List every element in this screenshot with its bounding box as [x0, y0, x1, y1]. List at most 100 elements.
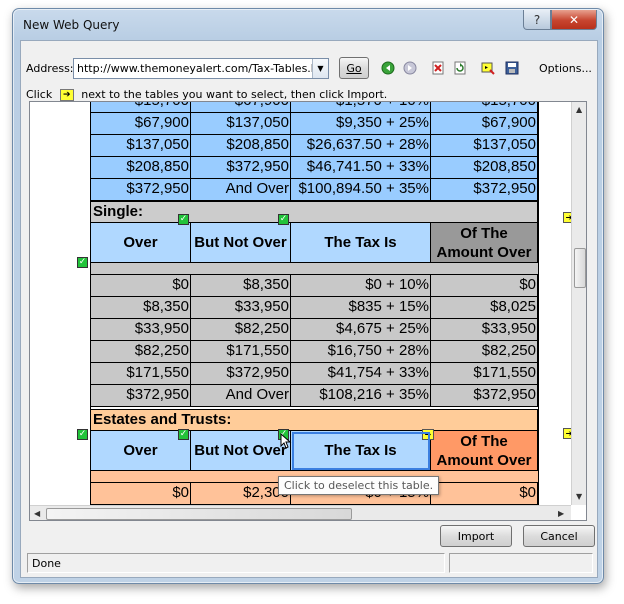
table-selected-check-icon[interactable]: ✓	[178, 214, 189, 225]
window-title: New Web Query	[23, 18, 120, 32]
table-cell: $835 + 15%	[291, 297, 431, 319]
table-cell: $15,700	[91, 102, 191, 113]
table-cell: The Tax Is	[291, 223, 431, 263]
table-cell: $171,550	[91, 363, 191, 385]
table-cell: And Over	[191, 385, 291, 407]
dialog-window: New Web Query ? ✕ Address: http://www.th…	[12, 8, 604, 584]
table-cell: $4,675 + 25%	[291, 319, 431, 341]
table-cell: $372,950	[191, 157, 291, 179]
help-button[interactable]: ?	[523, 10, 551, 30]
tooltip: Click to deselect this table.	[278, 476, 440, 495]
status-pane-secondary	[449, 553, 593, 573]
table-cell: $208,850	[91, 157, 191, 179]
table-cell: $137,050	[191, 113, 291, 135]
table-cell: $82,250	[431, 341, 538, 363]
show-icons-icon[interactable]	[481, 61, 495, 75]
table-cell: $15,700	[431, 102, 538, 113]
header-gap	[91, 263, 538, 275]
vertical-scroll-thumb[interactable]	[574, 248, 586, 288]
table-cell: $171,550	[191, 341, 291, 363]
cancel-button[interactable]: Cancel	[523, 525, 595, 547]
refresh-icon[interactable]	[453, 61, 467, 75]
table-cell: $33,950	[431, 319, 538, 341]
table-cell: $137,050	[431, 135, 538, 157]
table-cell: $8,025	[431, 297, 538, 319]
table-cell: And Over	[191, 179, 291, 201]
table-cell: $372,950	[431, 385, 538, 407]
scroll-right-icon[interactable]: ▶	[558, 509, 564, 518]
page-frame-right	[538, 102, 539, 505]
table-cell: $0	[91, 483, 191, 505]
section-title: Estates and Trusts:	[90, 409, 538, 431]
table-cell: $372,950	[191, 363, 291, 385]
cancel-label: Cancel	[540, 529, 578, 543]
go-label: Go	[346, 61, 362, 75]
table-cell: $9,350 + 25%	[291, 113, 431, 135]
status-text: Done	[32, 557, 61, 570]
table-cell: $137,050	[91, 135, 191, 157]
table-cell: $16,750 + 28%	[291, 341, 431, 363]
table-cell: $372,950	[91, 179, 191, 201]
table-cell: $46,741.50 + 33%	[291, 157, 431, 179]
table-cell: Of The Amount Over	[431, 223, 538, 263]
table-cell: $41,754 + 33%	[291, 363, 431, 385]
table-cell: $372,950	[91, 385, 191, 407]
address-input[interactable]: http://www.themoneyalert.com/Tax-Tables.…	[73, 58, 329, 79]
address-value: http://www.themoneyalert.com/Tax-Tables.…	[77, 62, 313, 75]
forward-icon[interactable]	[403, 61, 417, 75]
table-cell: $0	[91, 275, 191, 297]
table-selected-check-icon[interactable]: ✓	[278, 214, 289, 225]
address-dropdown-icon[interactable]: ▼	[312, 59, 328, 78]
table-cell: $8,350	[91, 297, 191, 319]
section-title: Single:	[90, 201, 538, 223]
instruction-after: next to the tables you want to select, t…	[81, 88, 388, 101]
table-cell: $2,300	[191, 483, 291, 505]
web-page-viewport[interactable]: $15,700$67,900$1,570 + 10%$15,700$67,900…	[29, 101, 587, 521]
selected-cell-outline	[292, 432, 430, 470]
options-button[interactable]: Options...	[539, 62, 592, 75]
address-label: Address:	[26, 62, 74, 75]
table-cell: $0	[431, 275, 538, 297]
table-cell: $67,900	[191, 102, 291, 113]
save-query-icon[interactable]	[505, 61, 519, 75]
table-cell: $108,216 + 35%	[291, 385, 431, 407]
table-cell: $67,900	[91, 113, 191, 135]
stop-icon[interactable]	[431, 61, 445, 75]
table-cell: $33,950	[91, 319, 191, 341]
vertical-scrollbar[interactable]: ▲ ▼	[571, 102, 586, 505]
table-cell: Over	[91, 431, 191, 471]
scroll-up-icon[interactable]: ▲	[576, 105, 582, 114]
instruction-text: Click ➔ next to the tables you want to s…	[26, 88, 387, 101]
table-selected-check-icon[interactable]: ✓	[77, 429, 88, 440]
select-arrow-icon: ➔	[59, 89, 74, 101]
table-cell: $67,900	[431, 113, 538, 135]
table-cell: But Not Over	[191, 223, 291, 263]
web-page: $15,700$67,900$1,570 + 10%$15,700$67,900…	[30, 102, 571, 505]
table-select-arrow-icon[interactable]: ➔	[563, 428, 571, 439]
instruction-before: Click	[26, 88, 53, 101]
horizontal-scroll-thumb[interactable]	[46, 508, 352, 520]
table-select-arrow-icon[interactable]: ➔	[563, 212, 571, 223]
table-selected-check-icon[interactable]: ✓	[77, 257, 88, 268]
back-icon[interactable]	[381, 61, 395, 75]
table-cell: $0	[431, 483, 538, 505]
scroll-down-icon[interactable]: ▼	[576, 492, 582, 501]
table-cell: $372,950	[431, 179, 538, 201]
scroll-left-icon[interactable]: ◀	[34, 509, 40, 518]
table-cell: Over	[91, 223, 191, 263]
horizontal-scrollbar[interactable]: ◀ ▶	[30, 505, 571, 520]
dialog-body: Address: http://www.themoneyalert.com/Ta…	[20, 40, 598, 578]
table-cell: But Not Over	[191, 431, 291, 471]
import-button[interactable]: Import	[440, 525, 512, 547]
table-cell: $33,950	[191, 297, 291, 319]
table-cell: Of The Amount Over	[431, 431, 538, 471]
mouse-cursor-icon	[280, 432, 292, 449]
table-cell: $208,850	[431, 157, 538, 179]
table-cell: $208,850	[191, 135, 291, 157]
table-cell: $1,570 + 10%	[291, 102, 431, 113]
close-button[interactable]: ✕	[551, 10, 597, 30]
import-label: Import	[457, 529, 495, 543]
table-cell: $82,250	[191, 319, 291, 341]
go-button[interactable]: Go	[339, 57, 369, 79]
table-selected-check-icon[interactable]: ✓	[178, 429, 189, 440]
